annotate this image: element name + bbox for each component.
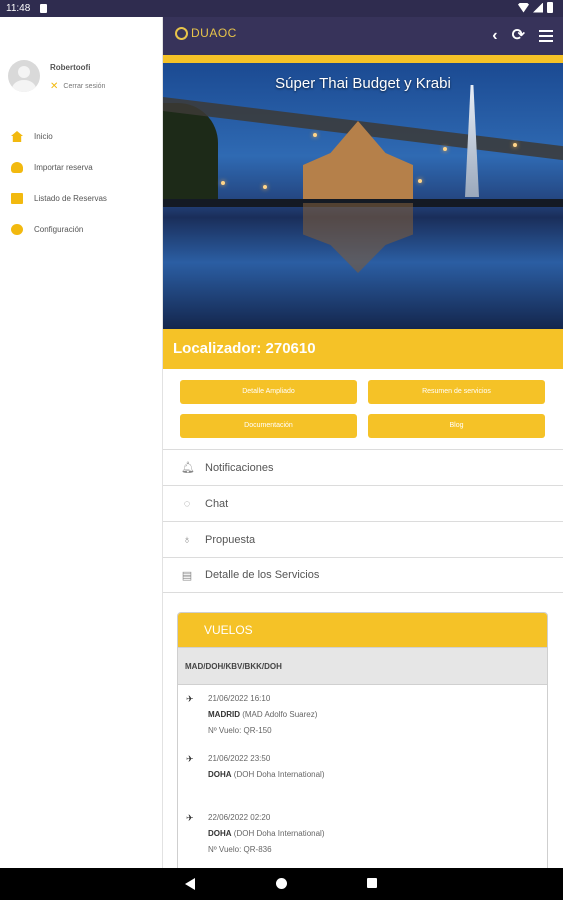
- list-item-notificaciones[interactable]: 🔔︎ Notificaciones: [163, 449, 563, 485]
- screen: 11:48 Robertoofi ✕ Cerrar sesión Inicio …: [0, 0, 563, 900]
- options-list: 🔔︎ Notificaciones ◌ Chat ♁ Propuesta ▤ D…: [163, 449, 563, 593]
- hero-light: [418, 179, 422, 183]
- segment-airport: (DOH Doha International): [231, 829, 325, 838]
- app-bar-actions: ‹ ⟳: [492, 27, 553, 45]
- segment-datetime: 21/06/2022 23:50: [208, 754, 271, 763]
- logout-label: Cerrar sesión: [63, 83, 106, 90]
- wifi-icon: [518, 2, 529, 13]
- segment-datetime: 22/06/2022 02:20: [208, 813, 271, 822]
- cloud-download-icon: [11, 162, 23, 173]
- gear-icon: [11, 224, 23, 235]
- list-item-chat[interactable]: ◌ Chat: [163, 485, 563, 521]
- hero-trees: [163, 103, 218, 203]
- flights-header: VUELOS: [178, 613, 547, 647]
- flight-segment: ✈ 21/06/2022 16:10 MADRID (MAD Adolfo Su…: [186, 691, 526, 739]
- drawer-item-listado-reservas[interactable]: Listado de Reservas: [0, 183, 163, 214]
- logout-button[interactable]: ✕ Cerrar sesión: [50, 81, 105, 92]
- drawer-menu: Inicio Importar reserva Listado de Reser…: [0, 121, 163, 245]
- battery-icon: [547, 2, 553, 13]
- segment-city: DOHA: [208, 829, 232, 838]
- globe-icon: [175, 26, 188, 40]
- app-bar: DUAOC ‹ ⟳: [163, 17, 563, 55]
- status-icons: [518, 2, 553, 13]
- flight-segment: ✈ 21/06/2022 23:50 DOHA (DOH Doha Intern…: [186, 751, 526, 783]
- list-item-detalle-servicios[interactable]: ▤ Detalle de los Servicios: [163, 557, 563, 593]
- hero-light: [221, 181, 225, 185]
- home-icon: [11, 131, 23, 142]
- drawer-item-importar-reserva[interactable]: Importar reserva: [0, 152, 163, 183]
- segment-datetime: 21/06/2022 16:10: [208, 694, 271, 703]
- username: Robertoofi: [50, 63, 91, 72]
- hero-light: [443, 147, 447, 151]
- segment-airport: (MAD Adolfo Suarez): [240, 710, 318, 719]
- segment-airport: (DOH Doha International): [231, 770, 325, 779]
- flight-segment: ✈ 22/06/2022 02:20 DOHA (DOH Doha Intern…: [186, 810, 526, 858]
- takeoff-icon: ✈: [186, 694, 194, 704]
- logo-text: DUAOC: [191, 26, 237, 40]
- signal-icon: [533, 2, 543, 13]
- close-icon: ✕: [50, 81, 59, 92]
- refresh-button[interactable]: ⟳: [512, 27, 525, 45]
- list-item-label: Detalle de los Servicios: [205, 569, 320, 581]
- drawer-item-label: Configuración: [34, 225, 84, 234]
- nav-back-button[interactable]: [185, 878, 195, 890]
- drawer-item-label: Importar reserva: [34, 163, 93, 172]
- status-bar: 11:48: [0, 0, 563, 17]
- hero-image: Súper Thai Budget y Krabi: [163, 63, 563, 329]
- list-icon: [11, 193, 23, 204]
- segment-city: MADRID: [208, 710, 240, 719]
- chat-icon: ◌: [183, 497, 191, 510]
- navigation-drawer: Robertoofi ✕ Cerrar sesión Inicio Import…: [0, 17, 163, 868]
- list-item-label: Notificaciones: [205, 461, 274, 474]
- list-item-propuesta[interactable]: ♁ Propuesta: [163, 521, 563, 557]
- segment-flight-number: Nº Vuelo: QR-150: [208, 726, 272, 735]
- nav-recents-button[interactable]: [367, 878, 377, 888]
- drawer-item-inicio[interactable]: Inicio: [0, 121, 163, 152]
- drawer-item-label: Inicio: [34, 132, 53, 141]
- resumen-servicios-button[interactable]: Resumen de servicios: [368, 380, 545, 404]
- status-time: 11:48: [6, 3, 31, 14]
- segment-city: DOHA: [208, 770, 232, 779]
- bell-icon: 🔔︎: [181, 462, 195, 474]
- flights-card: VUELOS MAD/DOH/KBV/BKK/DOH ✈ 21/06/2022 …: [177, 612, 548, 868]
- detalle-ampliado-button[interactable]: Detalle Ampliado: [180, 380, 357, 404]
- hero-reflection: [303, 203, 413, 273]
- segment-flight-number: Nº Vuelo: QR-836: [208, 845, 272, 854]
- hero-light: [313, 133, 317, 137]
- system-nav-bar: [0, 868, 563, 900]
- menu-button[interactable]: [539, 30, 553, 42]
- takeoff-icon: ✈: [186, 813, 194, 823]
- blog-button[interactable]: Blog: [368, 414, 545, 438]
- accent-strip: [163, 55, 563, 63]
- list-item-label: Propuesta: [205, 533, 256, 546]
- hero-light: [263, 185, 267, 189]
- avatar: [8, 60, 40, 92]
- trip-title: Súper Thai Budget y Krabi: [275, 75, 451, 92]
- sim-icon: [40, 4, 47, 13]
- nav-home-button[interactable]: [276, 878, 287, 889]
- documentacion-button[interactable]: Documentación: [180, 414, 357, 438]
- flight-route: MAD/DOH/KBV/BKK/DOH: [178, 647, 547, 685]
- drawer-item-configuracion[interactable]: Configuración: [0, 214, 163, 245]
- table-icon: ▤: [181, 569, 193, 582]
- locator-label: Localizador: 270610: [163, 329, 563, 369]
- list-item-label: Chat: [205, 497, 229, 510]
- drawer-item-label: Listado de Reservas: [34, 194, 107, 203]
- hero-light: [513, 143, 517, 147]
- avatar-head: [18, 66, 30, 78]
- app-logo: DUAOC: [175, 26, 237, 40]
- back-button[interactable]: ‹: [492, 27, 497, 45]
- avatar-body: [12, 80, 36, 92]
- main-content: DUAOC ‹ ⟳ Súper Thai Budget y Krabi Loca…: [163, 17, 563, 868]
- landing-icon: ✈: [186, 754, 194, 764]
- lightbulb-icon: ♁: [182, 533, 192, 546]
